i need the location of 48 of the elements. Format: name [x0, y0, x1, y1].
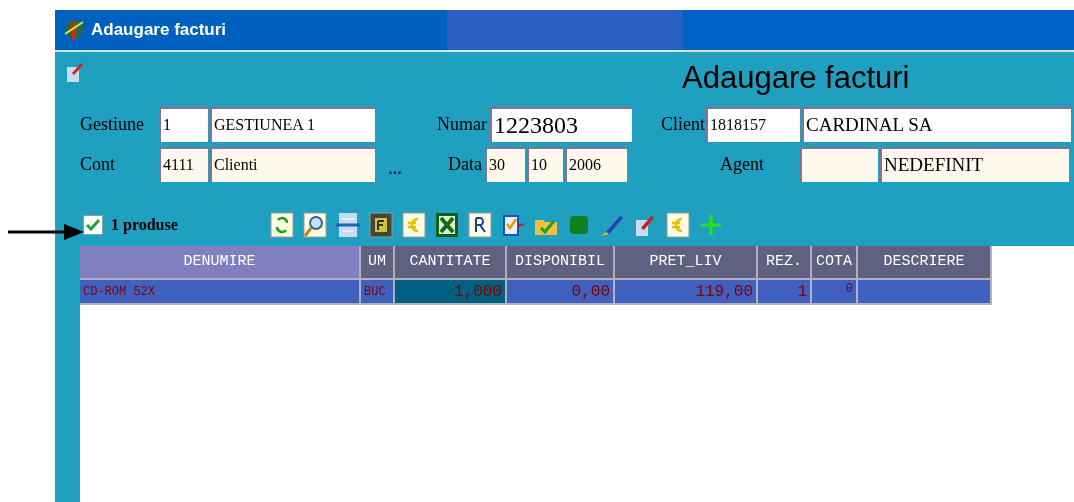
field-label: Cont: [80, 153, 116, 176]
refresh-icon[interactable]: [270, 212, 294, 238]
table-cell: CD-ROM 52X: [80, 280, 361, 303]
input-field[interactable]: 1818157: [706, 106, 800, 142]
column-header[interactable]: PRET_LIV: [615, 246, 758, 280]
column-header[interactable]: DENUMIRE: [80, 246, 361, 280]
input-field[interactable]: 10: [527, 146, 563, 182]
spreadsheet-icon[interactable]: [435, 212, 459, 238]
column-header[interactable]: DESCRIERE: [858, 246, 992, 280]
f-document-icon[interactable]: [369, 212, 393, 238]
input-field[interactable]: 30: [485, 146, 525, 182]
input-field[interactable]: GESTIUNEA 1: [210, 106, 375, 142]
document-icon[interactable]: [336, 212, 360, 238]
input-field[interactable]: [800, 146, 878, 182]
column-header[interactable]: DISPONIBIL: [507, 246, 615, 280]
column-header[interactable]: CANTITATE: [395, 246, 507, 280]
table-cell: 119,00: [615, 280, 758, 303]
search-icon[interactable]: [303, 212, 327, 238]
table-cell: 0: [812, 280, 858, 303]
euro-icon[interactable]: [402, 212, 426, 238]
field-label: Gestiune: [80, 113, 145, 136]
input-field[interactable]: Clienti: [210, 146, 375, 182]
field-label: Numar: [436, 113, 487, 136]
input-field[interactable]: NEDEFINIT: [880, 146, 1069, 182]
products-count: 1 produse: [111, 215, 179, 236]
window-title: Adaugare facturi: [91, 19, 227, 42]
checklist-icon[interactable]: [501, 212, 525, 238]
field-label: Data: [447, 153, 483, 176]
field-label: Agent: [720, 153, 765, 176]
form-title: Adaugare facturi: [682, 59, 910, 97]
input-field[interactable]: 1223803: [490, 106, 632, 142]
column-header[interactable]: REZ.: [758, 246, 812, 280]
browse-button[interactable]: ...: [383, 159, 407, 179]
pencil-icon: [66, 61, 84, 83]
table-cell: 0,00: [507, 280, 615, 303]
euro-icon[interactable]: [666, 212, 690, 238]
input-field[interactable]: 2006: [565, 146, 627, 182]
column-header[interactable]: COTA: [812, 246, 858, 280]
column-header[interactable]: UM: [361, 246, 395, 280]
app-icon: [63, 18, 85, 42]
table-cell: 1,000: [395, 280, 507, 303]
input-field[interactable]: CARDINAL SA: [802, 106, 1071, 142]
input-field[interactable]: 1: [159, 106, 208, 142]
checkbox[interactable]: [83, 215, 103, 235]
field-label: Client: [660, 113, 705, 136]
r-document-icon[interactable]: [468, 212, 492, 238]
input-field[interactable]: 4111: [159, 146, 208, 182]
table-cell: 1: [758, 280, 812, 303]
